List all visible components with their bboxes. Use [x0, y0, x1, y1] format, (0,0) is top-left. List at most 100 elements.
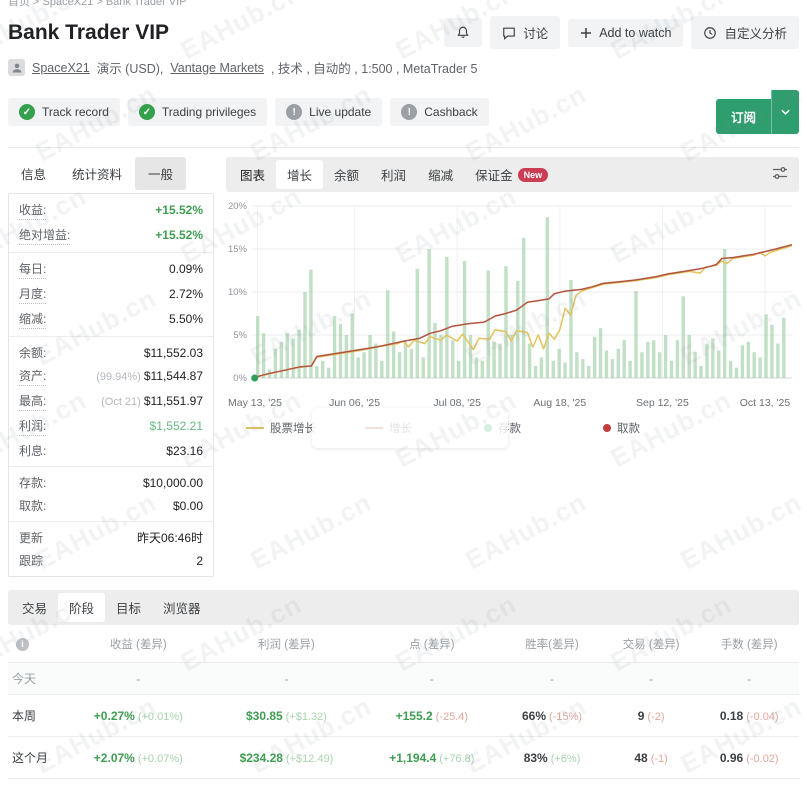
svg-text:10%: 10%: [228, 287, 248, 298]
tab-goals[interactable]: 目标: [105, 593, 152, 622]
growth-chart[interactable]: 20%15%10%5%0%May 13, '25 Jun 06, '25 Jul 0…: [226, 194, 801, 416]
cell-diff: (-25.4): [435, 710, 469, 723]
add-to-watch-button[interactable]: Add to watch: [568, 18, 684, 47]
badge-cashback[interactable]: ! Cashback: [390, 98, 489, 126]
custom-analysis-button[interactable]: 自定义分析: [691, 16, 799, 49]
tab-growth[interactable]: 增长: [276, 160, 324, 189]
cell-value: +2.07%: [93, 750, 135, 765]
cell-value: $234.28: [239, 750, 283, 765]
dot-swatch-icon: [603, 424, 611, 432]
svg-text:5%: 5%: [233, 330, 247, 341]
stat-row-drawdown: 缩减: 5.50%: [9, 307, 213, 332]
col-profit: 利润 (差异): [258, 639, 315, 651]
subscribe-split-button[interactable]: 订阅: [715, 90, 799, 134]
chat-icon: [502, 26, 516, 40]
cell: -: [649, 671, 654, 686]
stat-value: 昨天06:46时: [136, 531, 203, 545]
tab-statistics[interactable]: 统计资料: [59, 157, 135, 190]
tab-browser[interactable]: 浏览器: [152, 593, 212, 622]
row-label: 本年度: [8, 779, 66, 793]
stat-label: 余额:: [19, 346, 47, 360]
svg-text:May 13, '25: May 13, '25: [228, 397, 282, 409]
add-to-watch-label: Add to watch: [599, 25, 672, 40]
legend-label: 取款: [617, 423, 640, 435]
stat-label: 存款:: [19, 476, 47, 490]
stat-row-profit: 利润: $1,552.21: [9, 414, 213, 439]
tab-margin-label: 保证金: [475, 169, 513, 183]
tab-general[interactable]: 一般: [135, 157, 187, 190]
subscribe-button[interactable]: 订阅: [715, 99, 771, 134]
col-gain: 收益 (差异): [109, 639, 167, 651]
table-row-today: 今天 - - - - - -: [8, 662, 799, 695]
badge-trading-privileges[interactable]: ✓ Trading privileges: [127, 98, 268, 126]
stat-label: 利息:: [19, 444, 47, 458]
notifications-button[interactable]: [444, 18, 483, 47]
stat-value: 2.72%: [168, 287, 203, 301]
subscribe-dropdown-button[interactable]: [771, 90, 799, 134]
table-row-this-month: 这个月 +2.07% (+0.07%) $234.28 (+$12.49) +1,1…: [8, 736, 799, 779]
bell-icon: [456, 25, 470, 40]
stat-row-equity: 资产: (99.94%) $11,544.87: [9, 364, 213, 389]
stat-row-deposits: 存款: $10,000.00: [9, 471, 213, 494]
tab-periods[interactable]: 阶段: [58, 593, 106, 622]
svg-text:Aug 18, '25: Aug 18, '25: [533, 397, 586, 409]
badge-live-update[interactable]: ! Live update: [275, 98, 383, 126]
tab-margin[interactable]: 保证金 New: [464, 160, 559, 189]
cell: -: [284, 671, 289, 686]
row-label: 本周: [12, 709, 37, 723]
svg-text:20%: 20%: [228, 201, 248, 212]
stat-label: 资产:: [19, 367, 47, 386]
cell: -: [136, 671, 141, 686]
stat-row-daily: 每日: 0.09%: [9, 257, 213, 282]
badge-track-record[interactable]: ✓ Track record: [8, 98, 120, 126]
tab-profit[interactable]: 利润: [370, 160, 417, 189]
row-label: 今天: [12, 672, 37, 686]
stat-label: 更新: [19, 531, 44, 545]
cell-diff: (-0.04): [746, 710, 779, 723]
breadcrumb[interactable]: 首页 > SpaceX21 > Bank Trader VIP: [8, 0, 799, 8]
tab-balance[interactable]: 余额: [323, 160, 370, 189]
plus-icon: [580, 27, 592, 39]
periods-tabbar: 交易 阶段 目标 浏览器: [8, 590, 799, 625]
discuss-label: 讨论: [523, 27, 549, 41]
page: 首页 > SpaceX21 > Bank Trader VIP Bank Tra…: [0, 0, 807, 793]
info-icon[interactable]: i: [16, 637, 29, 651]
cell: -: [429, 671, 434, 686]
clock-icon: [703, 26, 717, 40]
badge-label: Cashback: [424, 105, 478, 119]
stat-label: 跟踪: [19, 554, 44, 568]
legend-label: 股票增长: [270, 423, 316, 435]
chart-settings-button[interactable]: [764, 162, 796, 187]
check-circle-icon: ✓: [19, 104, 35, 120]
cell-diff: (+6%): [550, 752, 581, 765]
cell-diff: (-1): [650, 752, 668, 765]
badge-label: Trading privileges: [161, 105, 257, 119]
cell-value: +0.27%: [93, 708, 135, 723]
stat-value: $23.16: [166, 444, 203, 458]
cell-diff: (-0.02): [746, 752, 779, 765]
tab-drawdown[interactable]: 缩减: [417, 160, 464, 189]
stat-row-tracking: 跟踪 2: [9, 549, 213, 572]
discuss-button[interactable]: 讨论: [490, 16, 561, 49]
tab-info[interactable]: 信息: [8, 157, 59, 190]
badge-label: Track record: [42, 105, 109, 119]
cell-value: 66%: [522, 708, 547, 723]
svg-text:0%: 0%: [233, 373, 247, 384]
periods-section: 交易 阶段 目标 浏览器 i 收益 (差异) 利润 (差异) 点 (差异) 胜率…: [8, 590, 799, 793]
svg-text:15%: 15%: [228, 244, 248, 255]
broker-link[interactable]: Vantage Markets: [170, 61, 264, 75]
cell-value: 83%: [523, 750, 548, 765]
line-swatch-icon: [246, 427, 264, 429]
cell-value: $30.85: [245, 708, 283, 723]
stat-label: 取款:: [19, 499, 47, 513]
cell-value: 0.96: [719, 750, 744, 765]
col-lots: 手数 (差异): [720, 639, 778, 651]
stat-value: +15.52%: [155, 228, 203, 242]
account-owner-link[interactable]: SpaceX21: [32, 61, 90, 75]
cell-value: 9: [637, 708, 645, 723]
stat-row-highest: 最高: (Oct 21) $11,551.97: [9, 389, 213, 414]
tab-trades[interactable]: 交易: [11, 593, 58, 622]
cell-value: +1,194.4: [389, 750, 437, 765]
legend-withdrawals[interactable]: 取款: [603, 420, 722, 436]
cell-value: 0.18: [719, 708, 744, 723]
